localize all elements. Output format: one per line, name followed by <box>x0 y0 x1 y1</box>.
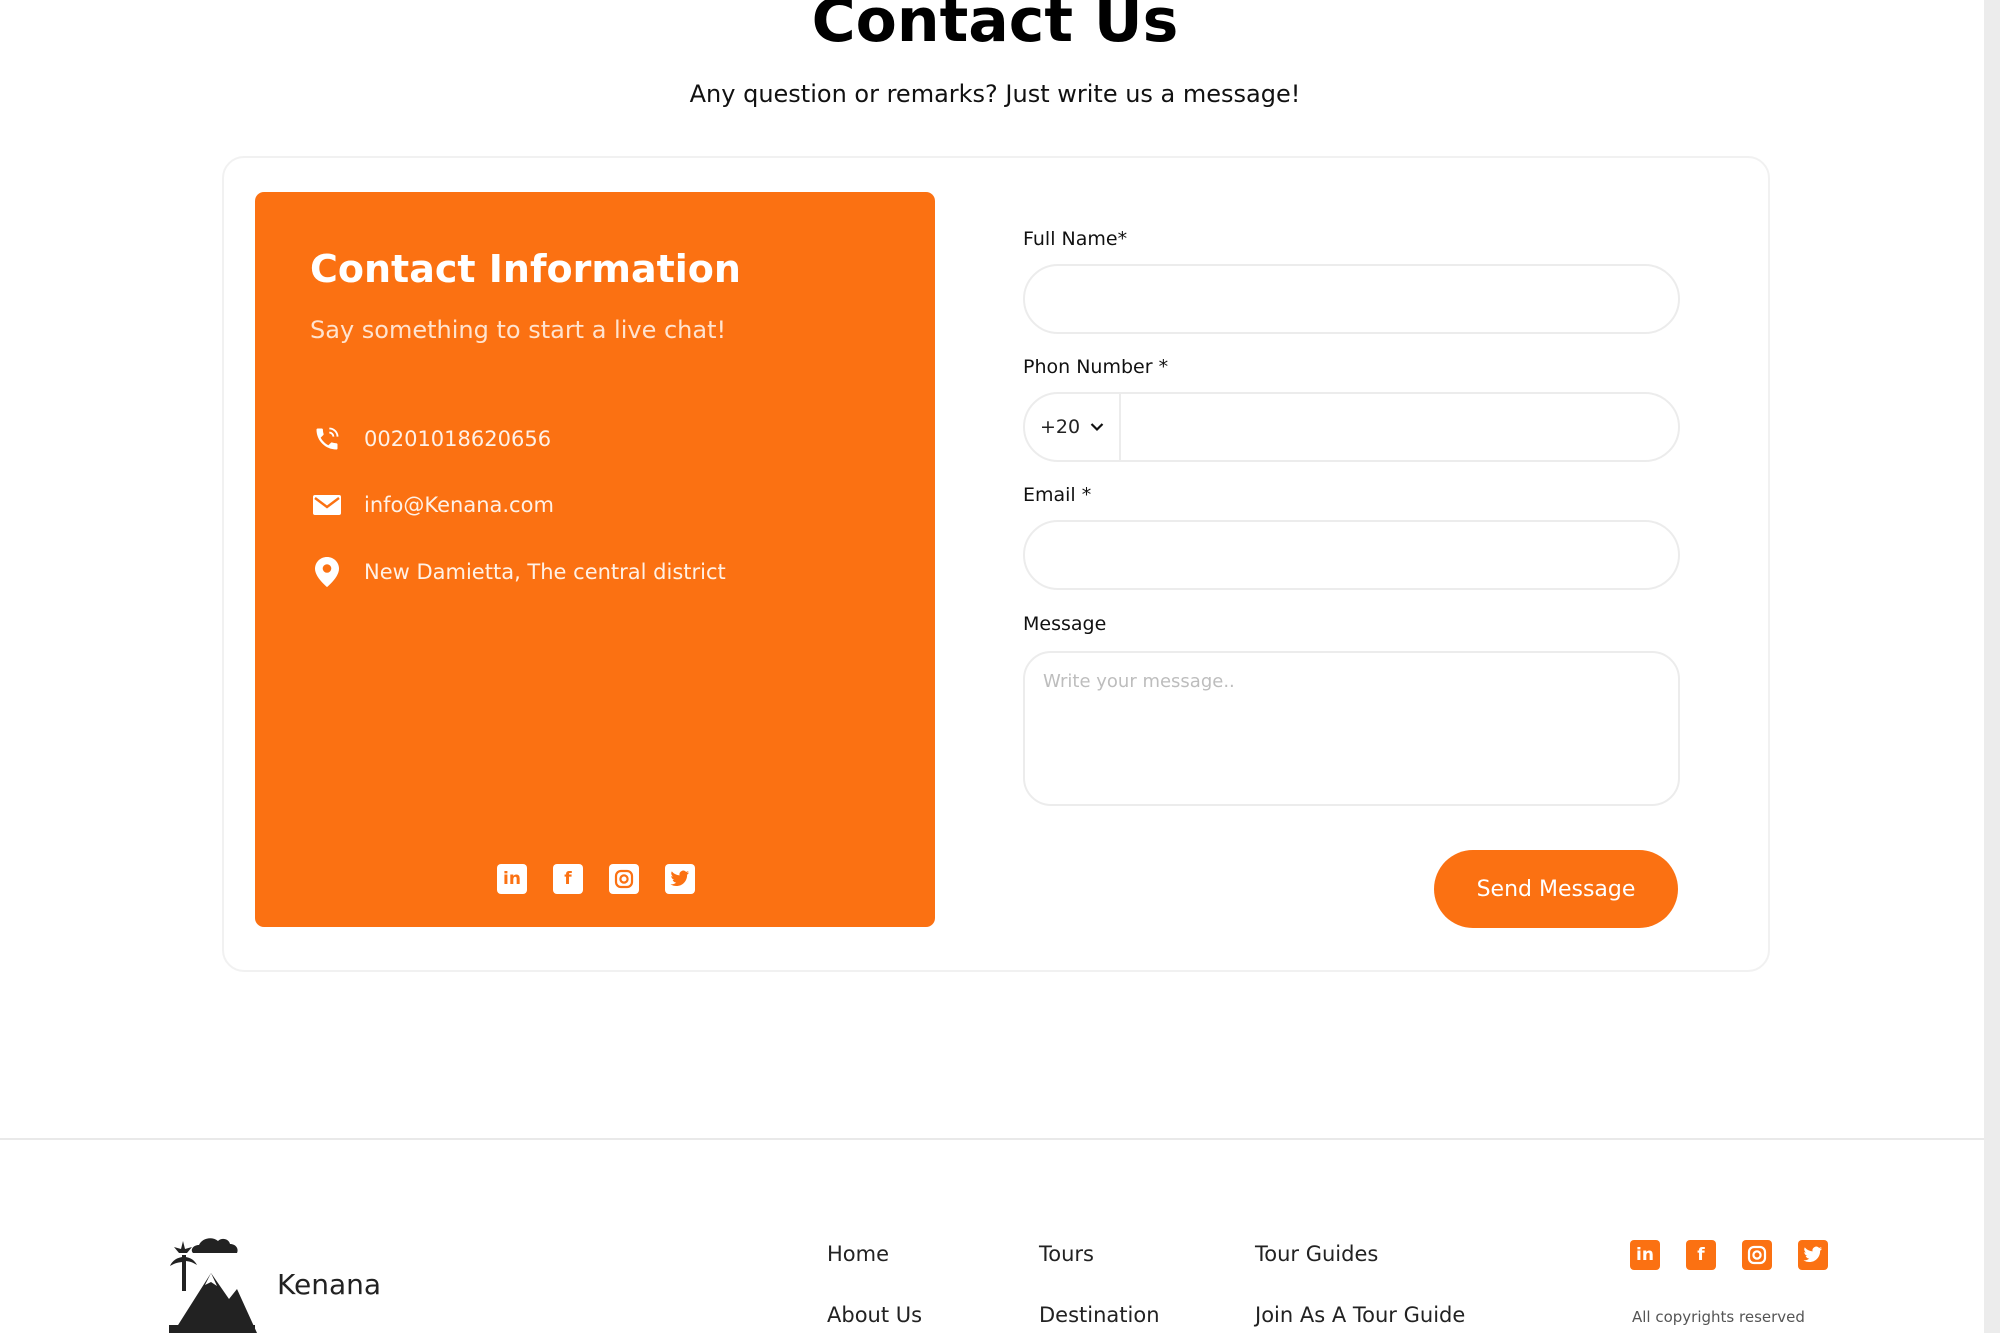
instagram-icon[interactable] <box>609 864 639 894</box>
footer-link-join-guide[interactable]: Join As A Tour Guide <box>1255 1303 1465 1327</box>
email-label: Email * <box>1023 484 1092 506</box>
phone-field[interactable]: +20 <box>1023 392 1680 462</box>
footer-link-tour-guides[interactable]: Tour Guides <box>1255 1242 1378 1266</box>
footer-social-links: in f <box>1630 1240 1828 1270</box>
chevron-down-icon <box>1090 423 1104 432</box>
contact-info-panel: Contact Information Say something to sta… <box>255 192 935 927</box>
brand-name: Kenana <box>277 1268 382 1301</box>
message-placeholder: Write your message.. <box>1043 671 1235 692</box>
contact-email: info@Kenana.com <box>364 493 554 517</box>
phone-icon <box>310 422 344 456</box>
footer-divider <box>0 1138 1984 1140</box>
scrollbar-track[interactable] <box>1984 0 2000 1333</box>
email-row[interactable]: info@Kenana.com <box>310 488 554 522</box>
full-name-label: Full Name* <box>1023 228 1128 250</box>
contact-phone: 00201018620656 <box>364 427 552 451</box>
email-input[interactable] <box>1023 520 1680 590</box>
full-name-input[interactable] <box>1023 264 1680 334</box>
page-subtitle: Any question or remarks? Just write us a… <box>689 80 1301 108</box>
facebook-icon[interactable]: f <box>1686 1240 1716 1270</box>
contact-social-links: in f <box>497 864 695 894</box>
footer-link-destination[interactable]: Destination <box>1039 1303 1160 1327</box>
send-message-button[interactable]: Send Message <box>1434 850 1678 928</box>
linkedin-icon[interactable]: in <box>1630 1240 1660 1270</box>
linkedin-icon[interactable]: in <box>497 864 527 894</box>
country-code-value: +20 <box>1039 416 1081 438</box>
twitter-icon[interactable] <box>665 864 695 894</box>
kenana-logo[interactable] <box>165 1233 257 1333</box>
footer-link-tours[interactable]: Tours <box>1039 1242 1094 1266</box>
phone-label: Phon Number * <box>1023 356 1169 378</box>
location-pin-icon <box>310 555 344 589</box>
contact-info-subtitle: Say something to start a live chat! <box>310 316 727 344</box>
page-title: Contact Us <box>811 0 1179 56</box>
copyright-text: All copyrights reserved <box>1632 1308 1805 1326</box>
country-code-select[interactable]: +20 <box>1025 394 1121 460</box>
message-label: Message <box>1023 613 1107 635</box>
footer-link-home[interactable]: Home <box>827 1242 889 1266</box>
footer-link-about[interactable]: About Us <box>827 1303 922 1327</box>
message-textarea[interactable]: Write your message.. <box>1023 651 1680 806</box>
mail-icon <box>310 488 344 522</box>
phone-row[interactable]: 00201018620656 <box>310 422 551 456</box>
contact-address: New Damietta, The central district <box>364 560 726 584</box>
address-row[interactable]: New Damietta, The central district <box>310 555 726 589</box>
twitter-icon[interactable] <box>1798 1240 1828 1270</box>
facebook-icon[interactable]: f <box>553 864 583 894</box>
contact-info-title: Contact Information <box>310 247 741 291</box>
instagram-icon[interactable] <box>1742 1240 1772 1270</box>
